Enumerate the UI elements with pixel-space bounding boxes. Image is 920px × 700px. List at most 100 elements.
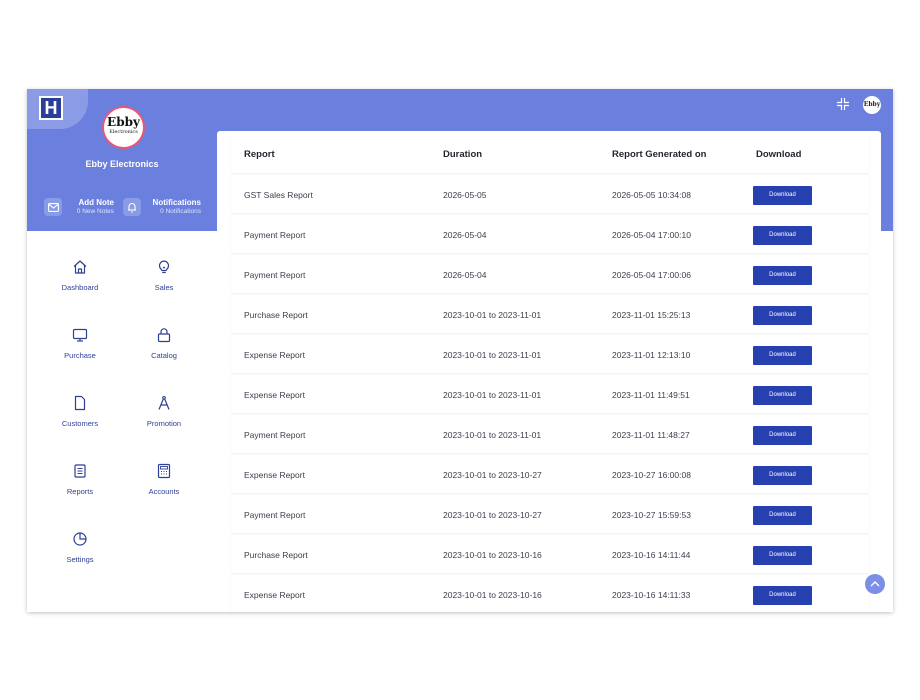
download-button[interactable]: Download — [753, 426, 812, 445]
table-header-row: Report Duration Report Generated on Downloa… — [231, 137, 869, 173]
table-row: Purchase Report 2023-10-01 to 2023-11-01 2… — [231, 297, 869, 333]
cell-report: Purchase Report — [244, 310, 308, 320]
table-row: Purchase Report 2023-10-01 to 2023-10-16 2… — [231, 537, 869, 573]
cell-duration: 2023-10-01 to 2023-11-01 — [443, 390, 542, 400]
cell-report: Expense Report — [244, 350, 305, 360]
reports-panel: Report Duration Report Generated on Downloa… — [217, 131, 881, 612]
sidebar-item-label: Settings — [66, 555, 94, 564]
sidebar-item-purchase[interactable]: Purchase — [35, 327, 125, 367]
sidebar-item-catalog[interactable]: Catalog — [119, 327, 209, 367]
app-logo[interactable]: H — [27, 89, 88, 129]
cell-report: Expense Report — [244, 470, 305, 480]
sidebar-item-label: Reports — [66, 487, 94, 496]
cell-duration: 2023-10-01 to 2023-10-27 — [443, 510, 542, 520]
table-row: Payment Report 2026-05-04 2026-05-04 17:00… — [231, 217, 869, 253]
sidebar-item-settings[interactable]: Settings — [35, 531, 125, 571]
notifications-subtitle: 0 Notifications — [160, 208, 201, 215]
add-note-subtitle: 0 New Notes — [76, 208, 114, 215]
download-button[interactable]: Download — [753, 386, 812, 405]
sidebar-item-sales[interactable]: Sales — [119, 259, 209, 299]
cell-report: Expense Report — [244, 590, 305, 600]
download-button[interactable]: Download — [753, 506, 812, 525]
cell-duration: 2023-10-01 to 2023-10-27 — [443, 470, 542, 480]
monitor-icon — [72, 328, 88, 342]
sidebar-item-label: Catalog — [151, 351, 177, 360]
sidebar-header: H Ebby Electronics Ebby Electronics Add … — [27, 89, 217, 231]
compass-icon — [158, 395, 170, 410]
table-row: Expense Report 2023-10-01 to 2023-10-16 20… — [231, 577, 869, 612]
cell-duration: 2026-05-04 — [443, 230, 487, 240]
download-button[interactable]: Download — [753, 346, 812, 365]
cell-report: Purchase Report — [244, 550, 308, 560]
cell-generated: 2023-10-27 16:00:08 — [612, 470, 691, 480]
download-button[interactable]: Download — [753, 466, 812, 485]
table-row: GST Sales Report 2026-05-05 2026-05-05 10:… — [231, 177, 869, 213]
user-avatar[interactable]: Ebby — [863, 96, 881, 114]
brand-name: Ebby Electronics — [85, 159, 159, 169]
cell-report: GST Sales Report — [244, 190, 313, 200]
cell-generated: 2026-05-05 10:34:08 — [612, 190, 691, 200]
sidebar-item-label: Dashboard — [61, 283, 99, 292]
bell-icon — [123, 198, 141, 216]
logo-letter: H — [39, 96, 63, 120]
cell-duration: 2026-05-05 — [443, 190, 487, 200]
cell-report: Payment Report — [244, 510, 306, 520]
cell-duration: 2023-10-01 to 2023-10-16 — [443, 590, 542, 600]
column-header-report: Report — [244, 149, 275, 160]
calculator-icon — [157, 463, 171, 479]
pie-chart-icon — [73, 532, 87, 546]
cell-report: Payment Report — [244, 270, 306, 280]
cell-report: Payment Report — [244, 230, 306, 240]
sidebar-item-dashboard[interactable]: Dashboard — [35, 259, 125, 299]
add-note-title: Add Note — [78, 198, 114, 207]
chevron-up-icon — [870, 581, 880, 587]
sidebar-item-customers[interactable]: Customers — [35, 395, 125, 435]
brand-avatar-line1: Ebby — [107, 115, 140, 129]
download-button[interactable]: Download — [753, 546, 812, 565]
sidebar-item-label: Promotion — [146, 419, 182, 428]
cell-duration: 2023-10-01 to 2023-11-01 — [443, 310, 542, 320]
download-button[interactable]: Download — [753, 226, 812, 245]
cell-generated: 2023-11-01 15:25:13 — [612, 310, 691, 320]
cell-duration: 2023-10-01 to 2023-11-01 — [443, 430, 542, 440]
sidebar-nav: Dashboard Sales Purchase Catalog Custome… — [27, 231, 217, 612]
app-window: H Ebby Electronics Ebby Electronics Add … — [27, 89, 893, 612]
download-button[interactable]: Download — [753, 586, 812, 605]
table-row: Expense Report 2023-10-01 to 2023-10-27 20… — [231, 457, 869, 493]
download-button[interactable]: Download — [753, 186, 812, 205]
notifications-button[interactable]: Notifications 0 Notifications — [123, 195, 203, 221]
note-icon — [44, 198, 62, 216]
cell-generated: 2023-10-27 15:59:53 — [612, 510, 691, 520]
cell-generated: 2023-11-01 12:13:10 — [612, 350, 691, 360]
sidebar-item-label: Accounts — [148, 487, 180, 496]
add-note-button[interactable]: Add Note 0 New Notes — [44, 195, 116, 221]
notifications-title: Notifications — [152, 198, 201, 207]
sidebar-item-label: Sales — [154, 283, 174, 292]
download-button[interactable]: Download — [753, 266, 812, 285]
sidebar: H Ebby Electronics Ebby Electronics Add … — [27, 89, 217, 612]
sidebar-item-label: Customers — [61, 419, 99, 428]
cell-duration: 2023-10-01 to 2023-10-16 — [443, 550, 542, 560]
column-header-duration: Duration — [443, 149, 483, 160]
brand-avatar-line2: Electronics — [109, 129, 138, 135]
report-icon — [74, 464, 86, 478]
sidebar-item-promotion[interactable]: Promotion — [119, 395, 209, 435]
table-row: Payment Report 2023-10-01 to 2023-11-01 20… — [231, 417, 869, 453]
cell-generated: 2023-10-16 14:11:44 — [612, 550, 691, 560]
cell-report: Payment Report — [244, 430, 306, 440]
file-icon — [74, 395, 86, 411]
download-button[interactable]: Download — [753, 306, 812, 325]
sidebar-item-accounts[interactable]: Accounts — [119, 463, 209, 503]
column-header-download: Download — [756, 149, 802, 160]
cell-generated: 2023-11-01 11:48:27 — [612, 430, 690, 440]
collapse-fullscreen-icon[interactable] — [836, 97, 850, 111]
sidebar-item-reports[interactable]: Reports — [35, 463, 125, 503]
table-row: Expense Report 2023-10-01 to 2023-11-01 20… — [231, 377, 869, 413]
cell-generated: 2026-05-04 17:00:10 — [612, 230, 691, 240]
cell-report: Expense Report — [244, 390, 305, 400]
home-icon — [73, 260, 87, 274]
cell-generated: 2023-10-16 14:11:33 — [612, 590, 691, 600]
lock-icon — [157, 328, 171, 343]
column-header-generated: Report Generated on — [612, 149, 707, 160]
scroll-to-top-button[interactable] — [865, 574, 885, 594]
